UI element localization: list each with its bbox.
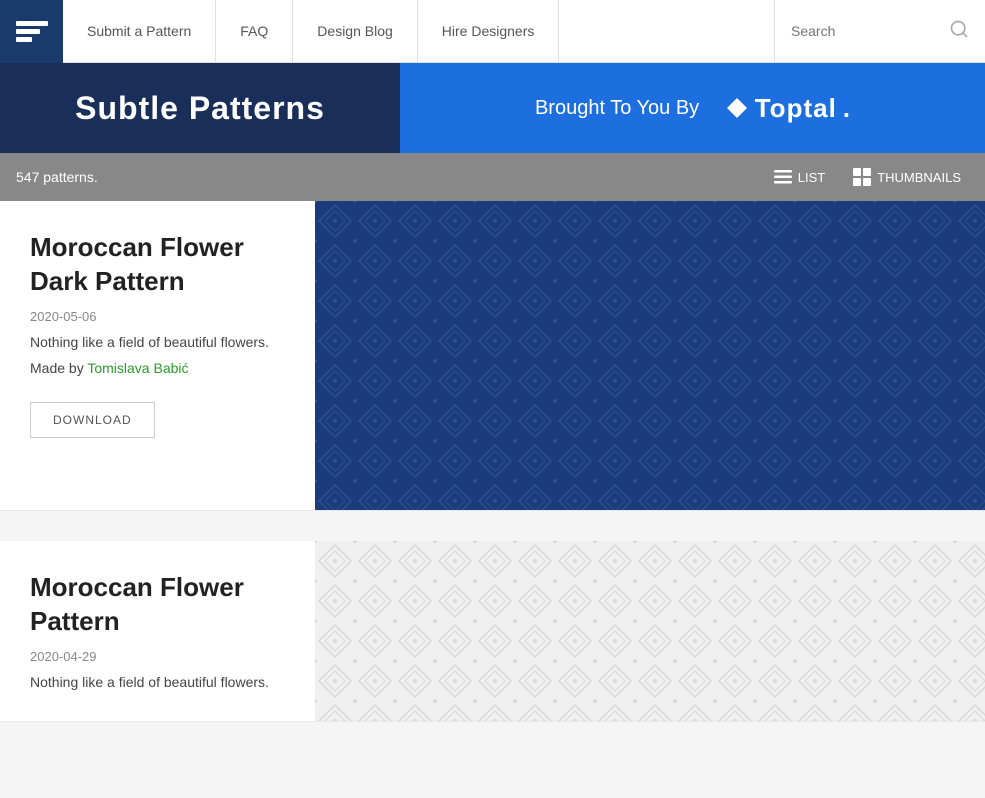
- toptal-text: Toptal: [755, 93, 837, 124]
- pattern-description: Nothing like a field of beautiful flower…: [30, 334, 285, 350]
- pattern-author: Made by Tomislava Babić: [30, 360, 285, 376]
- search-input[interactable]: [791, 23, 941, 39]
- nav-faq[interactable]: FAQ: [216, 0, 293, 62]
- search-icon: [949, 19, 969, 44]
- download-button[interactable]: DOWNLOAD: [30, 402, 155, 438]
- pattern-row: Moroccan Flower Pattern 2020-04-29 Nothi…: [0, 541, 985, 722]
- nav-design-blog[interactable]: Design Blog: [293, 0, 418, 62]
- pattern-date: 2020-05-06: [30, 309, 285, 324]
- pattern-name: Moroccan Flower Pattern: [30, 571, 285, 639]
- banner-left: Subtle Patterns: [0, 63, 400, 153]
- banner-right: Brought To You By Toptal .: [400, 63, 985, 153]
- spacer: [0, 511, 985, 541]
- list-view-button[interactable]: LIST: [766, 166, 833, 189]
- pattern-preview-light: [315, 541, 985, 721]
- view-options: LIST THUMBNAILS: [766, 164, 969, 190]
- list-view-label: LIST: [798, 170, 825, 185]
- thumbnails-view-button[interactable]: THUMBNAILS: [845, 164, 969, 190]
- author-link[interactable]: Tomislava Babić: [87, 360, 188, 376]
- nav-links: Submit a Pattern FAQ Design Blog Hire De…: [63, 0, 774, 62]
- pattern-preview-dark: [315, 201, 985, 510]
- pattern-date: 2020-04-29: [30, 649, 285, 664]
- search-area: [774, 0, 985, 62]
- pattern-name: Moroccan Flower Dark Pattern: [30, 231, 285, 299]
- pattern-info: Moroccan Flower Pattern 2020-04-29 Nothi…: [0, 541, 315, 721]
- banner: Subtle Patterns Brought To You By Toptal…: [0, 63, 985, 153]
- nav-submit-pattern[interactable]: Submit a Pattern: [63, 0, 216, 62]
- site-logo[interactable]: [0, 0, 63, 63]
- pattern-description: Nothing like a field of beautiful flower…: [30, 674, 285, 690]
- patterns-list: Moroccan Flower Dark Pattern 2020-05-06 …: [0, 201, 985, 722]
- navigation: Submit a Pattern FAQ Design Blog Hire De…: [0, 0, 985, 63]
- nav-hire-designers[interactable]: Hire Designers: [418, 0, 560, 62]
- toolbar: 547 patterns. LIST THUMBNAILS: [0, 153, 985, 201]
- toptal-logo: Toptal .: [725, 93, 850, 124]
- banner-title: Subtle Patterns: [75, 90, 325, 127]
- thumbnails-view-label: THUMBNAILS: [877, 170, 961, 185]
- pattern-count: 547 patterns.: [16, 169, 766, 185]
- pattern-row: Moroccan Flower Dark Pattern 2020-05-06 …: [0, 201, 985, 511]
- banner-tagline: Brought To You By Toptal .: [535, 93, 850, 124]
- banner-tagline-text: Brought To You By: [535, 97, 699, 120]
- pattern-info: Moroccan Flower Dark Pattern 2020-05-06 …: [0, 201, 315, 510]
